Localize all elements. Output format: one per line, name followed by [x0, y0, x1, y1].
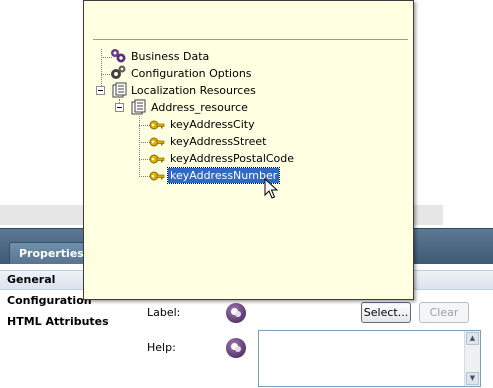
- sidebar-item-html-attributes[interactable]: HTML Attributes: [7, 315, 109, 328]
- help-field-label: Help:: [147, 341, 176, 354]
- scroll-down-arrow-icon[interactable]: ▼: [466, 372, 479, 385]
- collapse-toggle[interactable]: [115, 103, 124, 112]
- mouse-pointer-icon: [264, 178, 278, 199]
- tree-item-key-address-city[interactable]: keyAddressCity: [170, 118, 255, 131]
- key-icon: [149, 120, 165, 130]
- gears-icon: [111, 65, 126, 79]
- tree-item-key-address-postal-code[interactable]: keyAddressPostalCode: [170, 152, 294, 165]
- select-button[interactable]: Select...: [361, 302, 411, 323]
- label-field-label: Label:: [147, 306, 181, 319]
- help-scrollbar[interactable]: ▲ ▼: [464, 331, 480, 386]
- key-icon: [149, 137, 165, 147]
- resource-picker-popup: Business Data Configuration Options Loca…: [83, 0, 414, 300]
- tree-item-key-address-street[interactable]: keyAddressStreet: [170, 135, 267, 148]
- scroll-up-arrow-icon[interactable]: ▲: [466, 332, 479, 345]
- key-icon: [149, 171, 165, 181]
- tab-properties[interactable]: Properties: [9, 242, 89, 266]
- tree-item-configuration-options[interactable]: Configuration Options: [131, 67, 252, 80]
- localization-icon[interactable]: [226, 303, 246, 323]
- resource-stack-icon: [131, 99, 146, 115]
- tree-item-key-address-number[interactable]: keyAddressNumber: [166, 167, 281, 184]
- tree-item-business-data[interactable]: Business Data: [131, 50, 209, 63]
- resource-stack-icon: [112, 82, 127, 98]
- collapse-toggle[interactable]: [96, 86, 105, 95]
- sidebar-item-configuration[interactable]: Configuration: [7, 294, 92, 307]
- editor-scroll-corner: [443, 205, 493, 225]
- tree-item-address-resource[interactable]: Address_resource: [151, 101, 248, 114]
- help-textarea[interactable]: ▲ ▼: [258, 330, 481, 387]
- key-icon: [149, 154, 165, 164]
- sidebar-item-general[interactable]: General: [7, 273, 55, 286]
- business-data-icon: [111, 49, 126, 63]
- tab-properties-label: Properties: [19, 247, 84, 260]
- clear-button[interactable]: Clear: [419, 302, 469, 323]
- popup-divider: [93, 39, 408, 40]
- localization-icon[interactable]: [226, 338, 246, 358]
- tree-connector: [101, 49, 102, 90]
- tree-item-localization-resources[interactable]: Localization Resources: [131, 84, 256, 97]
